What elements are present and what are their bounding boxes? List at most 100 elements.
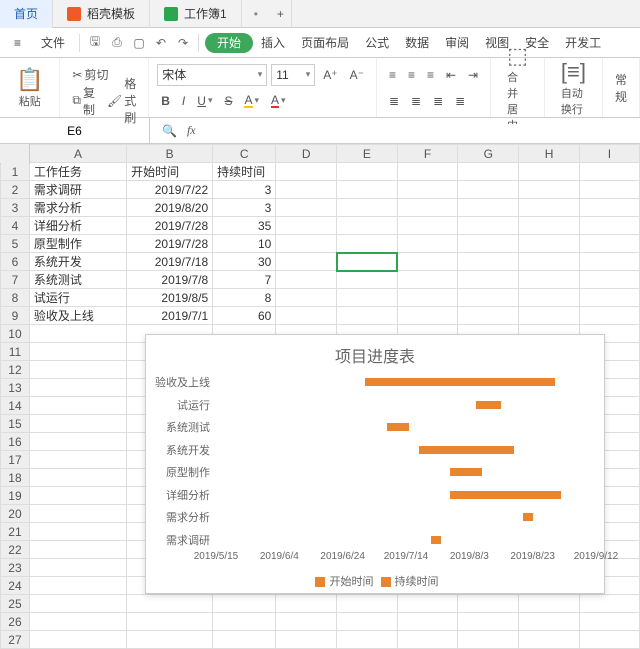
row-header-20[interactable]: 20 — [1, 505, 30, 523]
cell-F8[interactable] — [397, 289, 458, 307]
row-header-13[interactable]: 13 — [1, 379, 30, 397]
menu-页面布局[interactable]: 页面布局 — [293, 33, 357, 53]
cell-F9[interactable] — [397, 307, 458, 325]
cell-B1[interactable]: 开始时间 — [127, 163, 213, 181]
row-header-25[interactable]: 25 — [1, 595, 30, 613]
justify-button[interactable]: ≣ — [451, 92, 469, 110]
cell-B2[interactable]: 2019/7/22 — [127, 181, 213, 199]
cell-F4[interactable] — [397, 217, 458, 235]
col-header-C[interactable]: C — [213, 145, 276, 163]
cell-B9[interactable]: 2019/7/1 — [127, 307, 213, 325]
cell-H4[interactable] — [519, 217, 580, 235]
cell-F6[interactable] — [397, 253, 458, 271]
cell-I7[interactable] — [579, 271, 639, 289]
row-header-11[interactable]: 11 — [1, 343, 30, 361]
cell-H26[interactable] — [519, 613, 580, 631]
cell-G4[interactable] — [458, 217, 519, 235]
cell-F5[interactable] — [397, 235, 458, 253]
italic-button[interactable]: I — [178, 92, 189, 110]
row-header-8[interactable]: 8 — [1, 289, 30, 307]
cell-A9[interactable]: 验收及上线 — [29, 307, 126, 325]
cell-A4[interactable]: 详细分析 — [29, 217, 126, 235]
cell-G2[interactable] — [458, 181, 519, 199]
cell-D7[interactable] — [276, 271, 337, 289]
cell-H3[interactable] — [519, 199, 580, 217]
save-icon[interactable]: 🖫 — [86, 34, 104, 52]
row-header-24[interactable]: 24 — [1, 577, 30, 595]
cell-I4[interactable] — [579, 217, 639, 235]
cell-A18[interactable] — [29, 469, 126, 487]
cell-A10[interactable] — [29, 325, 126, 343]
cell-I25[interactable] — [579, 595, 639, 613]
align-center-button[interactable]: ≣ — [407, 92, 425, 110]
chart-gantt[interactable]: 项目进度表 验收及上线试运行系统测试系统开发原型制作详细分析需求分析需求调研 2… — [145, 334, 605, 594]
increase-font-button[interactable]: A⁺ — [319, 66, 341, 84]
text-color-button[interactable]: A▾ — [267, 92, 290, 110]
cell-C9[interactable]: 60 — [213, 307, 276, 325]
print-icon[interactable]: ⎙ — [108, 34, 126, 52]
col-header-F[interactable]: F — [397, 145, 458, 163]
cell-B8[interactable]: 2019/8/5 — [127, 289, 213, 307]
cell-B25[interactable] — [127, 595, 213, 613]
paste-button[interactable]: 📋 粘贴 — [8, 61, 51, 114]
merge-center-button[interactable]: ⬚合并居中 — [499, 61, 536, 115]
cell-G1[interactable] — [458, 163, 519, 181]
row-header-6[interactable]: 6 — [1, 253, 30, 271]
cell-E6[interactable] — [337, 253, 398, 271]
cell-B5[interactable]: 2019/7/28 — [127, 235, 213, 253]
menu-数据[interactable]: 数据 — [397, 33, 437, 53]
indent-decrease-button[interactable]: ⇤ — [442, 66, 460, 84]
fill-color-button[interactable]: A▾ — [240, 92, 263, 110]
cell-B4[interactable]: 2019/7/28 — [127, 217, 213, 235]
cell-A24[interactable] — [29, 577, 126, 595]
row-header-22[interactable]: 22 — [1, 541, 30, 559]
cell-E9[interactable] — [337, 307, 398, 325]
col-header-G[interactable]: G — [458, 145, 519, 163]
cell-E27[interactable] — [337, 631, 398, 649]
cell-E2[interactable] — [337, 181, 398, 199]
bold-button[interactable]: B — [157, 92, 174, 110]
cell-H27[interactable] — [519, 631, 580, 649]
align-left-button[interactable]: ≣ — [385, 92, 403, 110]
cell-F3[interactable] — [397, 199, 458, 217]
row-header-3[interactable]: 3 — [1, 199, 30, 217]
cell-C3[interactable]: 3 — [213, 199, 276, 217]
cell-D5[interactable] — [276, 235, 337, 253]
align-bottom-button[interactable]: ≡ — [423, 66, 438, 84]
cell-E26[interactable] — [337, 613, 398, 631]
cell-A13[interactable] — [29, 379, 126, 397]
cell-D6[interactable] — [276, 253, 337, 271]
cell-H7[interactable] — [519, 271, 580, 289]
cell-A25[interactable] — [29, 595, 126, 613]
col-header-A[interactable]: A — [29, 145, 126, 163]
cell-H2[interactable] — [519, 181, 580, 199]
name-box-input[interactable] — [45, 124, 105, 138]
cell-A16[interactable] — [29, 433, 126, 451]
row-header-blank[interactable] — [1, 145, 30, 163]
cell-G5[interactable] — [458, 235, 519, 253]
menu-collapse-button[interactable]: ≡ — [6, 33, 29, 53]
cell-A6[interactable]: 系统开发 — [29, 253, 126, 271]
wrap-text-button[interactable]: [≡]自动换行 — [553, 61, 594, 115]
cell-G9[interactable] — [458, 307, 519, 325]
cell-A20[interactable] — [29, 505, 126, 523]
row-header-1[interactable]: 1 — [1, 163, 30, 181]
cell-C2[interactable]: 3 — [213, 181, 276, 199]
cell-B7[interactable]: 2019/7/8 — [127, 271, 213, 289]
row-header-15[interactable]: 15 — [1, 415, 30, 433]
cell-C8[interactable]: 8 — [213, 289, 276, 307]
redo-icon[interactable]: ↷ — [174, 34, 192, 52]
cell-B3[interactable]: 2019/8/20 — [127, 199, 213, 217]
cell-A27[interactable] — [29, 631, 126, 649]
col-header-E[interactable]: E — [337, 145, 398, 163]
col-header-H[interactable]: H — [519, 145, 580, 163]
row-header-7[interactable]: 7 — [1, 271, 30, 289]
row-header-23[interactable]: 23 — [1, 559, 30, 577]
cell-E7[interactable] — [337, 271, 398, 289]
cell-A7[interactable]: 系统测试 — [29, 271, 126, 289]
strike-button[interactable]: S — [220, 92, 236, 110]
row-header-14[interactable]: 14 — [1, 397, 30, 415]
row-header-12[interactable]: 12 — [1, 361, 30, 379]
cell-C27[interactable] — [213, 631, 276, 649]
indent-increase-button[interactable]: ⇥ — [464, 66, 482, 84]
